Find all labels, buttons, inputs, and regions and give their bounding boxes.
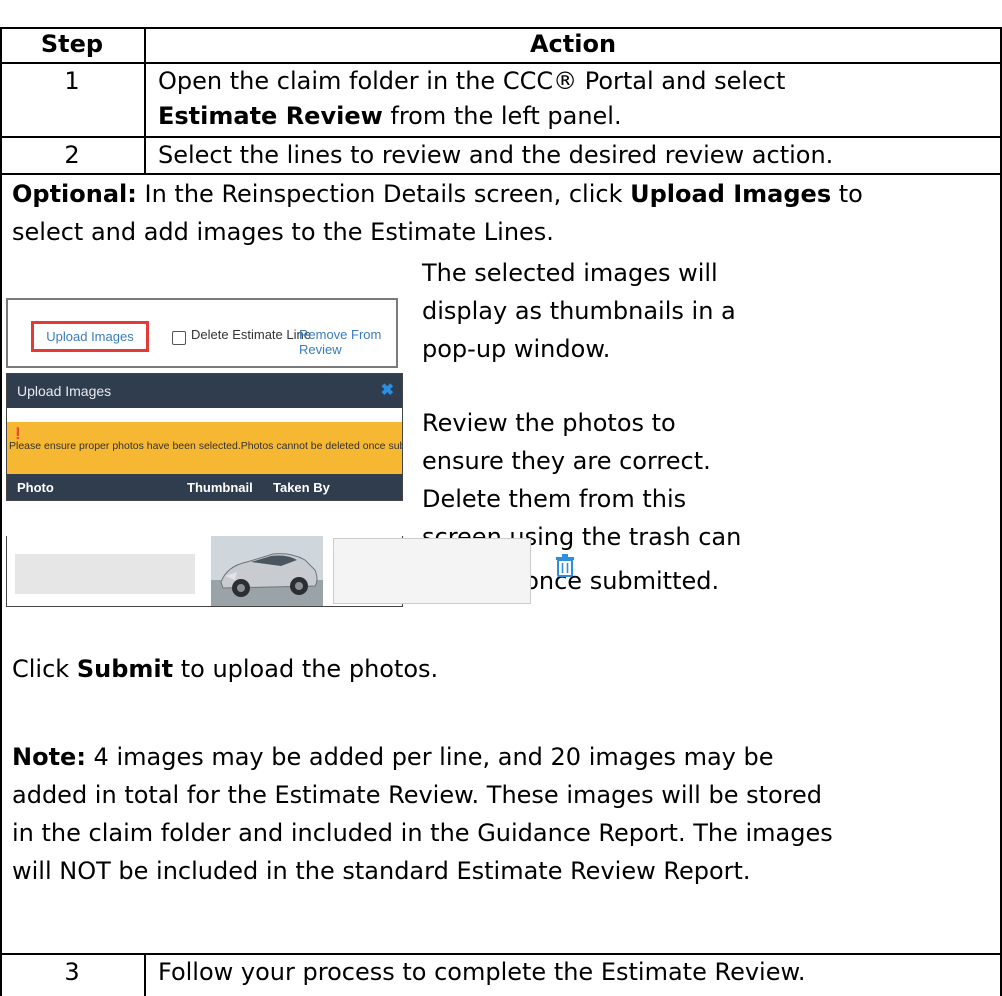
step2-text: Select the lines to review and the desir… [158, 141, 834, 169]
side-text-2: display as thumbnails in a [422, 297, 736, 325]
car-thumbnail [211, 536, 323, 606]
note-line1: Note: 4 images may be added per line, an… [12, 740, 774, 774]
note-line4: will NOT be included in the standard Est… [12, 857, 751, 885]
taken-by-column-header: Taken By [273, 480, 330, 495]
warning-text: Please ensure proper photos have been se… [9, 440, 403, 452]
optional-pre: In the Reinspection Details screen, clic… [136, 180, 631, 208]
optional-post: to [831, 180, 863, 208]
rule-row2 [0, 173, 1002, 175]
warning-banner: ❗ Please ensure proper photos have been … [7, 422, 402, 474]
car-image [211, 536, 323, 606]
action-header: Action [529, 30, 617, 58]
rule-col-bottom [144, 953, 146, 996]
step-number: 2 [64, 141, 80, 169]
step-number: 1 [64, 67, 80, 95]
step1-line1: Open the claim folder in the CCC® Portal… [158, 67, 786, 95]
review-toolbar: Upload Images Delete Estimate Line Remov… [6, 298, 398, 368]
submit-instruction: Click Submit to upload the photos. [12, 652, 438, 686]
remove-from-review-link[interactable]: Remove From Review [299, 327, 396, 357]
embedded-screenshot: Upload Images Delete Estimate Line Remov… [6, 298, 403, 501]
step1-line2-rest: from the left panel. [382, 102, 622, 130]
side-text-4: Review the photos to [422, 409, 676, 437]
step3-text: Follow your process to complete the Esti… [158, 958, 806, 986]
trash-icon[interactable] [555, 554, 575, 578]
optional-line1: Optional: In the Reinspection Details sc… [12, 177, 863, 211]
rule-left [0, 27, 2, 996]
step1-line2: Estimate Review from the left panel. [158, 99, 622, 133]
side-text-3: pop-up window. [422, 335, 611, 363]
side-text-5: ensure they are correct. [422, 447, 711, 475]
photo-table-header: Photo Thumbnail Taken By [7, 474, 402, 500]
optional-label: Optional: [12, 180, 137, 208]
side-text-1: The selected images will [422, 259, 718, 287]
photo-column-header: Photo [17, 480, 54, 495]
note-line3: in the claim folder and included in the … [12, 819, 833, 847]
submit-post: to upload the photos. [173, 655, 439, 683]
note-line1-text: 4 images may be added per line, and 20 i… [85, 743, 774, 771]
taken-by-field[interactable] [333, 538, 531, 604]
note-line2: added in total for the Estimate Review. … [12, 781, 823, 809]
thumbnail-column-header: Thumbnail [187, 480, 253, 495]
modal-title: Upload Images [7, 374, 402, 408]
step-number: 3 [64, 958, 80, 986]
exclamation-icon: ❗ [11, 428, 25, 440]
delete-estimate-line-checkbox[interactable] [172, 331, 186, 345]
side-text-6: Delete them from this [422, 485, 687, 513]
delete-estimate-line-label: Delete Estimate Line [191, 327, 311, 342]
upload-images-button[interactable]: Upload Images [31, 321, 149, 352]
submit-term: Submit [76, 655, 174, 683]
upload-images-modal: Upload Images ✖ ❗ Please ensure proper p… [6, 373, 403, 501]
note-label: Note: [12, 743, 86, 771]
estimate-review-term: Estimate Review [158, 102, 383, 130]
step-header: Step [40, 30, 104, 58]
optional-line2: select and add images to the Estimate Li… [12, 218, 554, 246]
submit-pre: Click [12, 655, 77, 683]
photo-name-blurred [15, 554, 195, 594]
photo-row [6, 536, 574, 607]
close-icon[interactable]: ✖ [381, 374, 394, 408]
upload-images-term: Upload Images [630, 180, 832, 208]
